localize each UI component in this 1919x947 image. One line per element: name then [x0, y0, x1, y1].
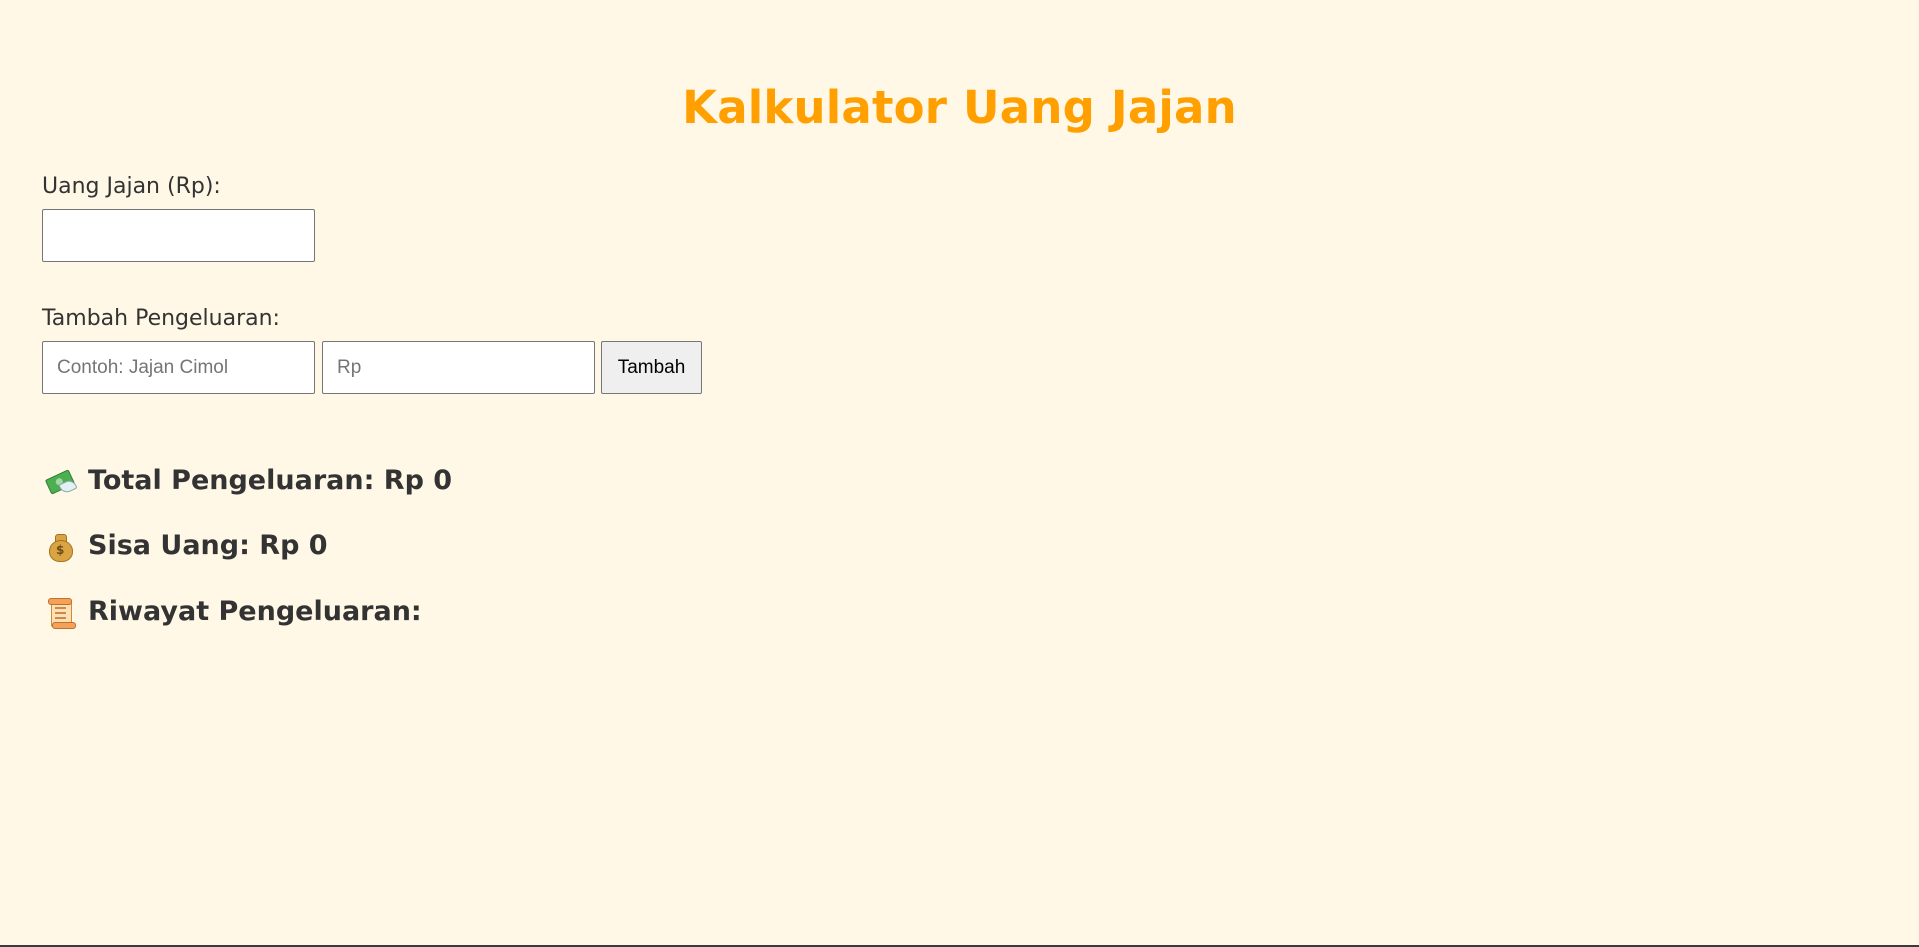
expense-history-text: Riwayat Pengeluaran:: [88, 596, 422, 627]
remaining-money: $ Sisa Uang: Rp 0: [44, 529, 328, 563]
money-bag-icon: $: [44, 530, 76, 562]
page-title: Kalkulator Uang Jajan: [682, 81, 1237, 134]
money-with-wings-icon: [44, 465, 78, 497]
budget-label: Uang Jajan (Rp):: [42, 174, 221, 199]
scroll-icon: [44, 596, 76, 629]
total-expenses-text: Total Pengeluaran: Rp 0: [88, 465, 453, 496]
app-page: Kalkulator Uang Jajan Uang Jajan (Rp): T…: [0, 0, 1919, 947]
budget-input[interactable]: [42, 209, 315, 262]
expense-name-input[interactable]: [42, 341, 315, 394]
expense-amount-input[interactable]: [322, 341, 595, 394]
expense-history-heading: Riwayat Pengeluaran:: [44, 595, 422, 629]
remaining-money-text: Sisa Uang: Rp 0: [88, 530, 328, 561]
add-expense-button[interactable]: Tambah: [601, 341, 702, 394]
total-expenses: Total Pengeluaran: Rp 0: [44, 464, 452, 498]
add-expense-label: Tambah Pengeluaran:: [42, 306, 280, 331]
